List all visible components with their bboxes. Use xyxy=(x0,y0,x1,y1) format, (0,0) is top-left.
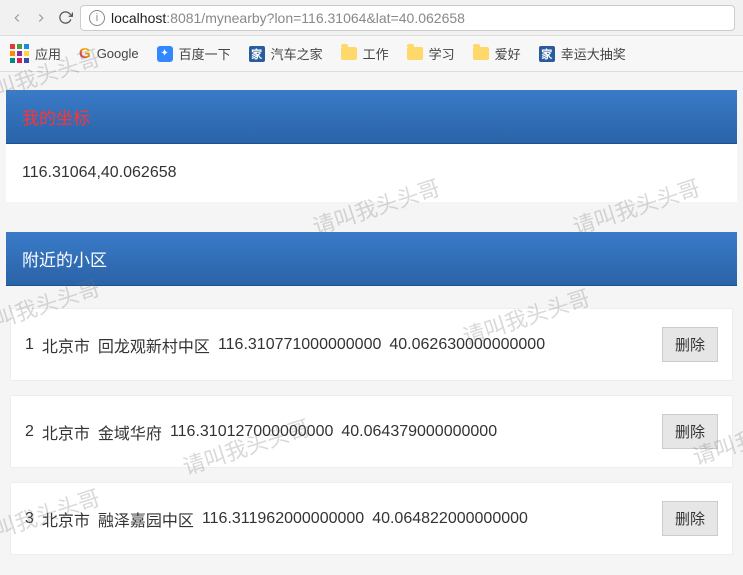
bookmark-work[interactable]: 工作 xyxy=(341,44,389,63)
folder-icon xyxy=(473,47,489,60)
reload-icon[interactable] xyxy=(56,9,74,27)
item-index: 1 xyxy=(25,336,34,354)
coords-header: 我的坐标 xyxy=(6,90,737,144)
delete-button[interactable]: 删除 xyxy=(662,414,718,449)
bookmark-autohome[interactable]: 家 汽车之家 xyxy=(249,44,323,63)
bookmark-label: 爱好 xyxy=(495,44,521,63)
baidu-icon: ✦ xyxy=(157,46,173,62)
delete-button[interactable]: 删除 xyxy=(662,501,718,536)
bookmark-lottery[interactable]: 家 幸运大抽奖 xyxy=(539,44,626,63)
item-lon: 116.310127000000000 xyxy=(170,423,333,441)
item-index: 3 xyxy=(25,510,34,528)
bookmark-label: 幸运大抽奖 xyxy=(561,44,626,63)
list-item: 2 北京市 金域华府 116.310127000000000 40.064379… xyxy=(10,395,733,468)
coords-header-text: 我的坐标 xyxy=(22,109,90,128)
address-bar[interactable]: i localhost:8081/mynearby?lon=116.31064&… xyxy=(80,5,735,31)
lottery-icon: 家 xyxy=(539,46,555,62)
bookmark-label: 百度一下 xyxy=(179,44,231,63)
url-text: localhost:8081/mynearby?lon=116.31064&la… xyxy=(111,10,465,26)
item-lat: 40.064822000000000 xyxy=(372,510,528,528)
coords-value: 116.31064,40.062658 xyxy=(6,144,737,202)
item-name: 融泽嘉园中区 xyxy=(98,507,194,531)
bookmark-label: 学习 xyxy=(429,44,455,63)
bookmark-baidu[interactable]: ✦ 百度一下 xyxy=(157,44,231,63)
item-lat: 40.062630000000000 xyxy=(389,336,545,354)
bookmark-hobby[interactable]: 爱好 xyxy=(473,44,521,63)
nearby-list: 1 北京市 回龙观新村中区 116.310771000000000 40.062… xyxy=(6,308,737,575)
forward-icon[interactable] xyxy=(32,9,50,27)
nearby-header: 附近的小区 xyxy=(6,232,737,286)
coords-value-text: 116.31064,40.062658 xyxy=(22,164,177,181)
item-lat: 40.064379000000000 xyxy=(341,423,497,441)
list-item: 1 北京市 回龙观新村中区 116.310771000000000 40.062… xyxy=(10,308,733,381)
item-city: 北京市 xyxy=(42,420,90,444)
apps-icon xyxy=(10,44,29,63)
bookmark-label: 应用 xyxy=(35,44,61,63)
bookmarks-bar: 应用 G Google ✦ 百度一下 家 汽车之家 工作 学习 爱好 家 幸运大… xyxy=(0,36,743,72)
delete-button[interactable]: 删除 xyxy=(662,327,718,362)
bookmark-apps[interactable]: 应用 xyxy=(10,44,61,63)
item-name: 金域华府 xyxy=(98,420,162,444)
list-item: 3 北京市 融泽嘉园中区 116.311962000000000 40.0648… xyxy=(10,482,733,555)
item-name: 回龙观新村中区 xyxy=(98,333,210,357)
item-city: 北京市 xyxy=(42,333,90,357)
bookmark-label: 工作 xyxy=(363,44,389,63)
item-lon: 116.311962000000000 xyxy=(202,510,364,528)
bookmark-label: 汽车之家 xyxy=(271,44,323,63)
page-content: 我的坐标 116.31064,40.062658 附近的小区 1 北京市 回龙观… xyxy=(0,90,743,575)
item-city: 北京市 xyxy=(42,507,90,531)
bookmark-study[interactable]: 学习 xyxy=(407,44,455,63)
nearby-header-text: 附近的小区 xyxy=(22,251,107,270)
item-index: 2 xyxy=(25,423,34,441)
autohome-icon: 家 xyxy=(249,46,265,62)
back-icon[interactable] xyxy=(8,9,26,27)
bookmark-label: Google xyxy=(97,46,139,61)
info-icon[interactable]: i xyxy=(89,10,105,26)
folder-icon xyxy=(407,47,423,60)
folder-icon xyxy=(341,47,357,60)
bookmark-google[interactable]: G Google xyxy=(79,45,139,62)
browser-toolbar: i localhost:8081/mynearby?lon=116.31064&… xyxy=(0,0,743,36)
item-lon: 116.310771000000000 xyxy=(218,336,381,354)
google-icon: G xyxy=(79,45,91,62)
